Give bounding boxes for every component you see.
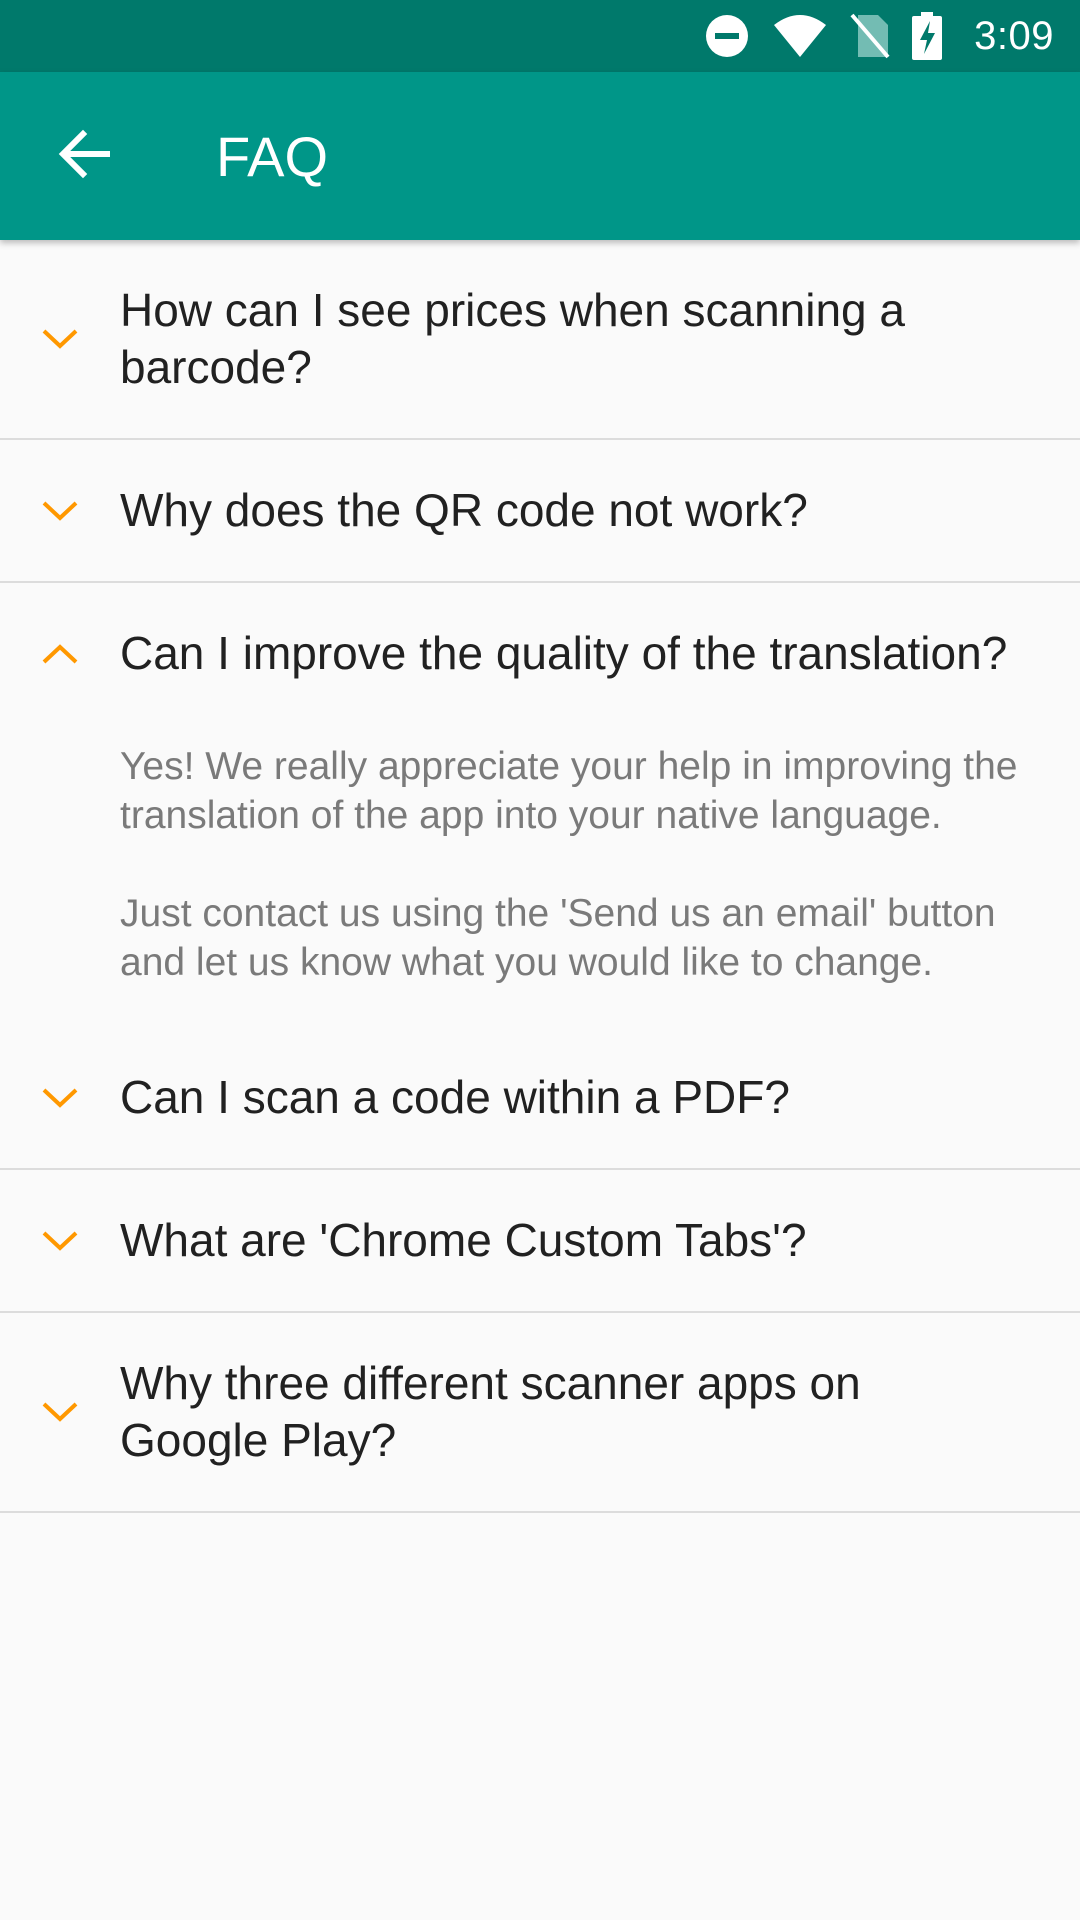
faq-question-button[interactable]: Can I improve the quality of the transla… (0, 583, 1080, 724)
faq-item-expanded: Can I improve the quality of the transla… (0, 583, 1080, 1027)
arrow-back-icon (57, 129, 111, 184)
faq-answer-paragraph: Just contact us using the 'Send us an em… (120, 892, 996, 984)
faq-question-button[interactable]: What are 'Chrome Custom Tabs'? (0, 1170, 1080, 1311)
back-button[interactable] (0, 72, 168, 240)
chevron-down-icon (0, 1087, 120, 1109)
faq-list: How can I see prices when scanning a bar… (0, 240, 1080, 1513)
faq-question-button[interactable]: How can I see prices when scanning a bar… (0, 240, 1080, 438)
battery-charging-icon (912, 12, 943, 60)
faq-item: Why does the QR code not work? (0, 440, 1080, 583)
faq-item: Can I scan a code within a PDF? (0, 1027, 1080, 1170)
faq-question-button[interactable]: Can I scan a code within a PDF? (0, 1027, 1080, 1168)
status-bar: 3:09 (0, 0, 1080, 72)
page-title: FAQ (216, 124, 329, 188)
faq-question: What are 'Chrome Custom Tabs'? (120, 1214, 807, 1266)
faq-answer: Yes! We really appreciate your help in i… (0, 724, 1080, 1027)
status-icons: 3:09 (704, 12, 1054, 60)
wifi-icon (772, 13, 828, 59)
chevron-down-icon (0, 1230, 120, 1252)
no-sim-icon (850, 13, 890, 59)
chevron-down-icon (0, 500, 120, 522)
faq-question: Can I improve the quality of the transla… (120, 627, 1008, 679)
app-bar: FAQ (0, 72, 1080, 240)
faq-question-button[interactable]: Why does the QR code not work? (0, 440, 1080, 581)
faq-item: How can I see prices when scanning a bar… (0, 240, 1080, 440)
do-not-disturb-icon (704, 13, 750, 59)
chevron-up-icon (0, 643, 120, 665)
faq-answer-paragraph: Yes! We really appreciate your help in i… (120, 745, 1018, 837)
faq-item: Why three different scanner apps on Goog… (0, 1313, 1080, 1513)
faq-question: Can I scan a code within a PDF? (120, 1071, 790, 1123)
chevron-down-icon (0, 1401, 120, 1423)
status-time: 3:09 (974, 13, 1054, 58)
faq-question-button[interactable]: Why three different scanner apps on Goog… (0, 1313, 1080, 1511)
faq-question: How can I see prices when scanning a bar… (120, 284, 905, 393)
faq-question: Why does the QR code not work? (120, 484, 808, 536)
chevron-down-icon (0, 328, 120, 350)
faq-item: What are 'Chrome Custom Tabs'? (0, 1170, 1080, 1313)
faq-question: Why three different scanner apps on Goog… (120, 1357, 861, 1466)
